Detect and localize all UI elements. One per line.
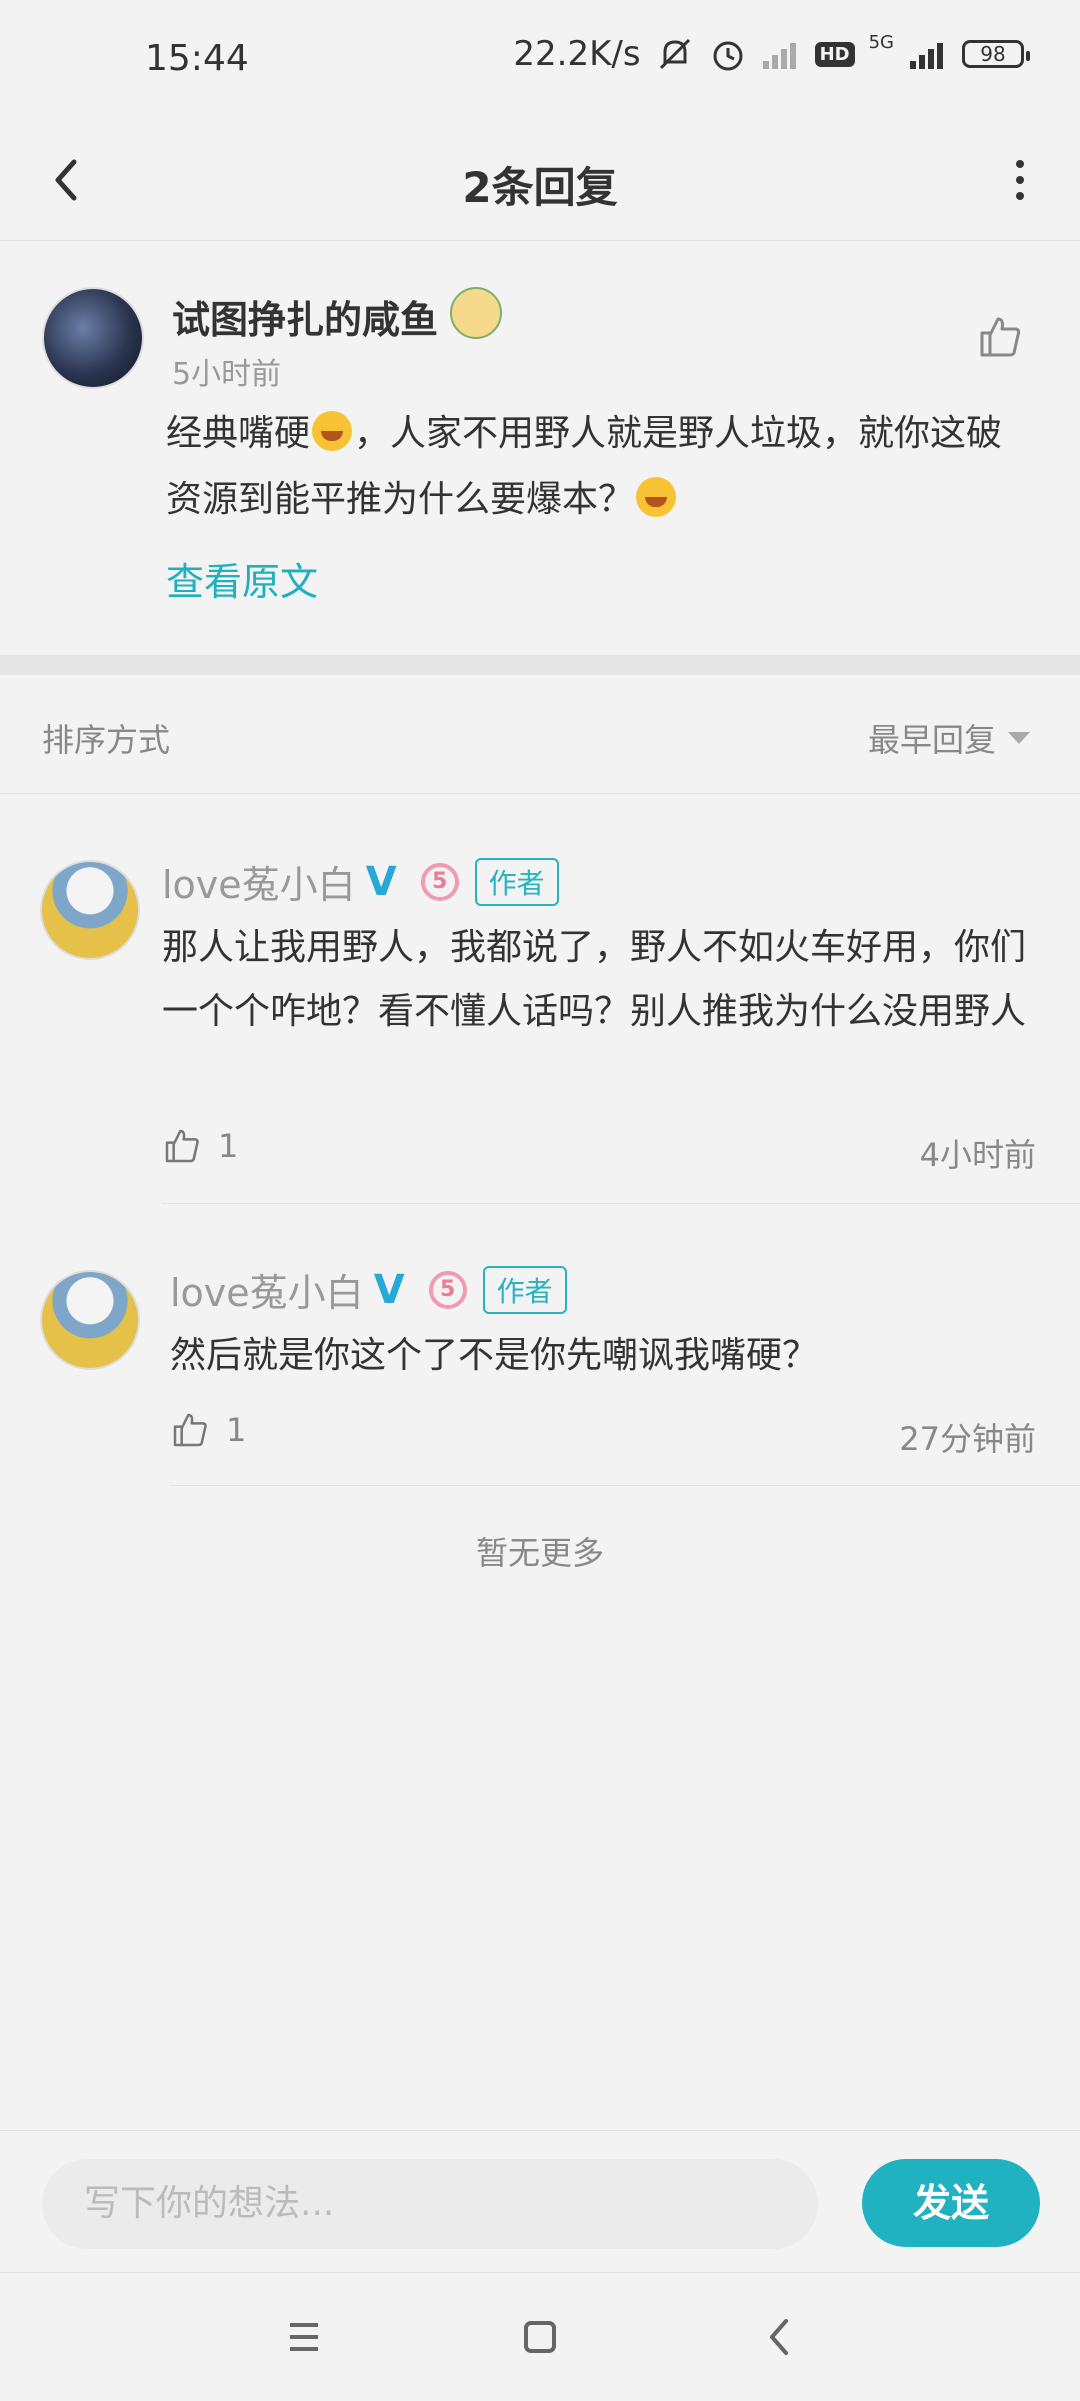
username[interactable]: 试图挣扎的咸鱼	[172, 289, 438, 344]
battery-icon: 98	[962, 40, 1030, 68]
more-options-icon[interactable]	[980, 150, 1040, 210]
level-badge: 5	[428, 1270, 467, 1309]
like-count: 1	[218, 1127, 239, 1165]
reply-text: 那人让我用野人，我都说了，野人不如火车好用，你们一个个咋地？看不懂人话吗？别人推…	[162, 927, 1027, 1032]
send-button[interactable]: 发送	[862, 2159, 1040, 2247]
sort-dropdown[interactable]: 最早回复	[868, 715, 1030, 761]
rofl-emoji-icon	[636, 477, 677, 517]
sort-value: 最早回复	[867, 721, 996, 759]
input-bar: 写下你的想法... 发送	[0, 2130, 1080, 2273]
section-divider	[0, 655, 1080, 675]
sort-bar: 排序方式 最早回复	[0, 675, 1080, 794]
status-icons: 22.2K/s HD 5G 98	[513, 31, 1030, 74]
system-nav-bar	[0, 2272, 1080, 2401]
nav-bar: 2条回复	[0, 120, 1080, 241]
like-button[interactable]: 1	[170, 1410, 246, 1450]
wifi-signal-icon	[762, 43, 796, 69]
username[interactable]: love菟小白	[162, 854, 356, 909]
reply-item: love菟小白 V 5 作者 那人让我用野人，我都说了，野人不如火车好用，你们一…	[0, 794, 1080, 1204]
user-badge-icon	[450, 287, 502, 339]
avatar[interactable]	[42, 287, 144, 389]
reply-text: 然后就是你这个了不是你先嘲讽我嘴硬？	[170, 1335, 819, 1376]
author-tag: 作者	[482, 1265, 567, 1314]
comment-time: 5小时前	[172, 357, 282, 392]
level-badge: 5	[420, 862, 459, 901]
alarm-icon	[713, 41, 743, 71]
hd-icon: HD	[814, 41, 855, 67]
view-original-link[interactable]: 查看原文	[166, 551, 318, 606]
comment-input[interactable]: 写下你的想法...	[42, 2159, 818, 2249]
avatar[interactable]	[40, 860, 140, 960]
sort-label: 排序方式	[42, 721, 171, 759]
like-button[interactable]: 1	[162, 1126, 238, 1166]
author-tag: 作者	[474, 857, 559, 906]
verified-badge-icon: V	[373, 1266, 405, 1313]
mute-bell-icon	[659, 38, 690, 70]
avatar[interactable]	[40, 1270, 140, 1370]
rofl-emoji-icon	[312, 411, 353, 451]
main-comment: 试图挣扎的咸鱼 5小时前 经典嘴硬 ，人家不用野人就是野人垃圾，就你这破资源到能平…	[0, 241, 1080, 655]
back-icon[interactable]	[750, 2307, 810, 2367]
like-count: 1	[226, 1411, 247, 1449]
reply-time: 27分钟前	[899, 1420, 1036, 1458]
reply-header: love菟小白 V 5 作者	[170, 1262, 567, 1317]
menu-icon[interactable]	[274, 2307, 334, 2367]
cell-signal-icon	[910, 43, 943, 69]
username[interactable]: love菟小白	[170, 1262, 364, 1317]
net-speed: 22.2K/s	[513, 34, 641, 74]
status-bar: 15:44 22.2K/s HD 5G 98	[0, 0, 1080, 120]
reply-header: love菟小白 V 5 作者	[162, 854, 559, 909]
comment-text-part1: 经典嘴硬	[166, 413, 311, 454]
no-more-text: 暂无更多	[475, 1534, 604, 1572]
thumbs-up-icon	[165, 1129, 199, 1163]
status-time: 15:44	[145, 38, 249, 79]
reply-time: 4小时前	[919, 1136, 1036, 1174]
reply-item: love菟小白 V 5 作者 然后就是你这个了不是你先嘲讽我嘴硬？ 1 27分钟…	[0, 1204, 1080, 1486]
thumbs-up-icon	[173, 1413, 207, 1447]
divider	[170, 1485, 1080, 1486]
network-type: 5G	[868, 31, 894, 53]
home-icon[interactable]	[510, 2307, 570, 2367]
page-title: 2条回复	[462, 163, 618, 212]
thumbs-up-icon[interactable]	[976, 313, 1024, 361]
comment-text: 经典嘴硬 ，人家不用野人就是野人垃圾，就你这破资源到能平推为什么要爆本？	[166, 401, 1026, 533]
dropdown-arrow-icon	[1008, 732, 1030, 744]
verified-badge-icon: V	[365, 858, 397, 905]
